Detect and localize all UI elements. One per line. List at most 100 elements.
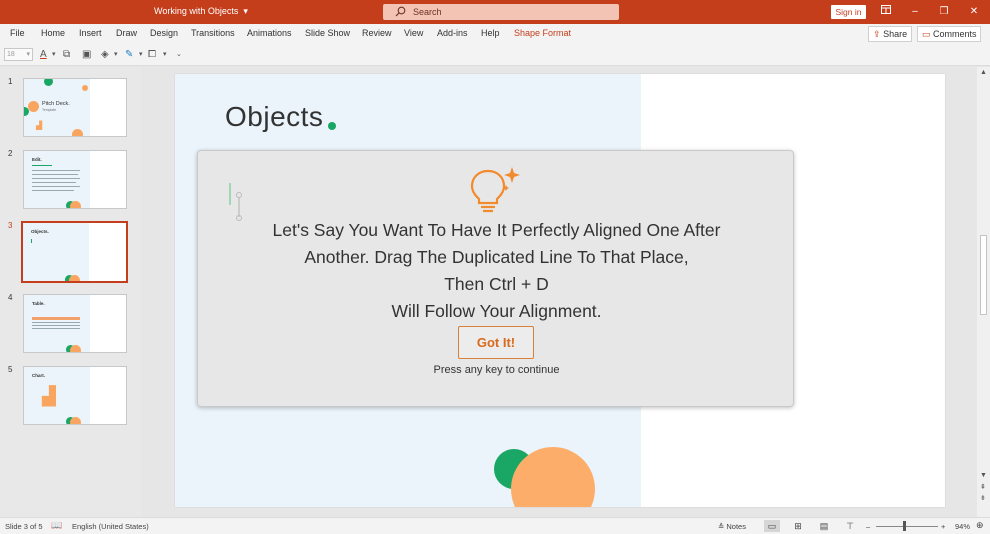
chevron-down-icon[interactable]: ▾ [114,48,118,62]
continue-hint: Press any key to continue [433,364,560,376]
next-slide-icon[interactable]: ⇟ [980,494,986,502]
scrollbar-thumb[interactable] [980,235,987,315]
zoom-slider-handle[interactable] [903,521,906,531]
zoom-level[interactable]: 94% [955,522,970,531]
got-it-button[interactable]: Got It! [458,326,534,359]
font-color-icon[interactable]: A [40,48,47,62]
document-title[interactable]: Working with Objects ▾ [154,6,248,17]
menu-slide-show[interactable]: Slide Show [305,28,350,38]
scroll-up-icon[interactable]: ▲ [980,69,987,76]
menu-animations[interactable]: Animations [247,28,292,38]
vertical-scrollbar[interactable]: ▲ ▼ ⇞ ⇟ [977,67,990,517]
comments-button[interactable]: ▭ Comments [917,26,981,42]
menu-bar: File Home Insert Draw Design Transitions… [0,24,990,44]
slide-thumbnail-3[interactable]: Objects. [21,221,128,283]
comments-label: Comments [933,29,977,39]
thumbnail-line [32,322,80,323]
chevron-down-icon: ▾ [240,6,248,16]
search-box[interactable]: Search [383,4,619,20]
share-label: Share [883,29,908,39]
arrange-icon[interactable]: ⧠ [148,48,156,62]
search-placeholder: Search [413,7,442,17]
thumbnail-line [32,190,74,191]
menu-shape-format[interactable]: Shape Format [514,28,571,38]
slide-thumbnail-2[interactable]: Edit. [23,150,127,209]
thumbnail-decoration [70,201,81,208]
tip-line-4: Will Follow Your Alignment. [391,301,602,321]
lightbulb-icon [470,167,520,213]
thumbnail-decoration [82,85,88,91]
menu-transitions[interactable]: Transitions [191,28,235,38]
chevron-down-icon[interactable]: ▾ [139,48,143,62]
thumbnail-title: Chart. [32,373,46,378]
chevron-down-icon[interactable]: ▾ [52,48,56,62]
text-box-icon[interactable]: ▣ [82,48,91,62]
previous-slide-icon[interactable]: ⇞ [980,483,986,491]
minimize-button[interactable]: – [905,4,925,20]
more-options-icon[interactable]: ⌄ [176,48,182,62]
restore-button[interactable]: ❐ [934,4,954,20]
thumbnail-number: 3 [8,221,13,230]
font-size-select[interactable]: 18 ▾ [4,48,33,61]
menu-add-ins[interactable]: Add-ins [437,28,468,38]
thumbnail-number: 1 [8,77,13,86]
fit-slide-icon[interactable]: ⊕ [976,520,984,531]
thumbnail-line [32,325,80,326]
notes-button[interactable]: ≙ Notes [718,522,746,531]
shape-outline-icon[interactable]: ✎ [125,48,133,62]
comment-icon: ▭ [922,29,931,39]
menu-home[interactable]: Home [41,28,65,38]
menu-design[interactable]: Design [150,28,178,38]
slide-thumbnail-4[interactable]: Table. [23,294,127,353]
thumbnail-number: 2 [8,149,13,158]
thumbnail-decoration [70,417,81,424]
title-dot [328,122,336,130]
chevron-down-icon[interactable]: ▾ [163,48,167,62]
zoom-in-button[interactable]: + [941,522,945,531]
shape-effects-icon[interactable]: ⧉ [63,48,70,62]
chevron-down-icon: ▾ [26,51,30,58]
notes-icon: ≙ [718,522,725,531]
menu-file[interactable]: File [10,28,25,38]
zoom-slider-track[interactable] [876,526,938,527]
slide-title[interactable]: Objects [225,101,323,133]
menu-help[interactable]: Help [481,28,500,38]
sign-in-button[interactable]: Sign in [831,5,866,19]
thumbnail-line [32,328,80,329]
slide-thumbnails-pane: 1 Pitch Deck. Template ▟ 2 Edit. 3 Objec… [0,67,141,517]
tip-line-2: Another. Drag The Duplicated Line To Tha… [304,247,689,267]
spellcheck-icon[interactable]: 📖 [51,520,62,531]
language-indicator[interactable]: English (United States) [72,522,149,531]
tip-line-3: Then Ctrl + D [444,274,549,294]
shape-fill-icon[interactable]: ◈ [101,48,109,62]
thumbnail-subtitle: Template [42,108,57,112]
menu-insert[interactable]: Insert [79,28,102,38]
menu-view[interactable]: View [404,28,423,38]
status-bar: Slide 3 of 5 📖 English (United States) ≙… [0,517,990,534]
thumbnail-line [32,186,80,187]
slide-sorter-icon[interactable]: ⊞ [790,520,806,532]
tip-line-1: Let's Say You Want To Have It Perfectly … [272,220,721,240]
reading-view-icon[interactable]: ▤ [816,520,832,532]
ribbon-display-icon[interactable] [876,4,896,20]
thumbnail-number: 5 [8,365,13,374]
scroll-down-icon[interactable]: ▼ [980,472,987,479]
close-button[interactable]: ✕ [964,4,984,20]
menu-draw[interactable]: Draw [116,28,137,38]
normal-view-icon[interactable]: ▭ [764,520,780,532]
slide-thumbnail-1[interactable]: Pitch Deck. Template ▟ [23,78,127,137]
title-bar: Working with Objects ▾ Search Sign in – … [0,0,990,24]
search-icon [395,6,406,17]
slide-counter: Slide 3 of 5 [5,522,43,531]
slide-thumbnail-5[interactable]: Chart. ▟ [23,366,127,425]
slideshow-view-icon[interactable]: ⊤ [842,520,858,532]
notes-label: Notes [726,522,746,531]
thumbnail-decoration [28,101,39,112]
thumbnail-number: 4 [8,293,13,302]
share-button[interactable]: ⇪ Share [868,26,912,42]
zoom-out-button[interactable]: – [866,522,870,531]
thumbnail-title: Objects. [31,229,49,234]
menu-review[interactable]: Review [362,28,392,38]
tip-dialog: Let's Say You Want To Have It Perfectly … [197,150,794,407]
thumbnail-decoration [69,275,80,281]
